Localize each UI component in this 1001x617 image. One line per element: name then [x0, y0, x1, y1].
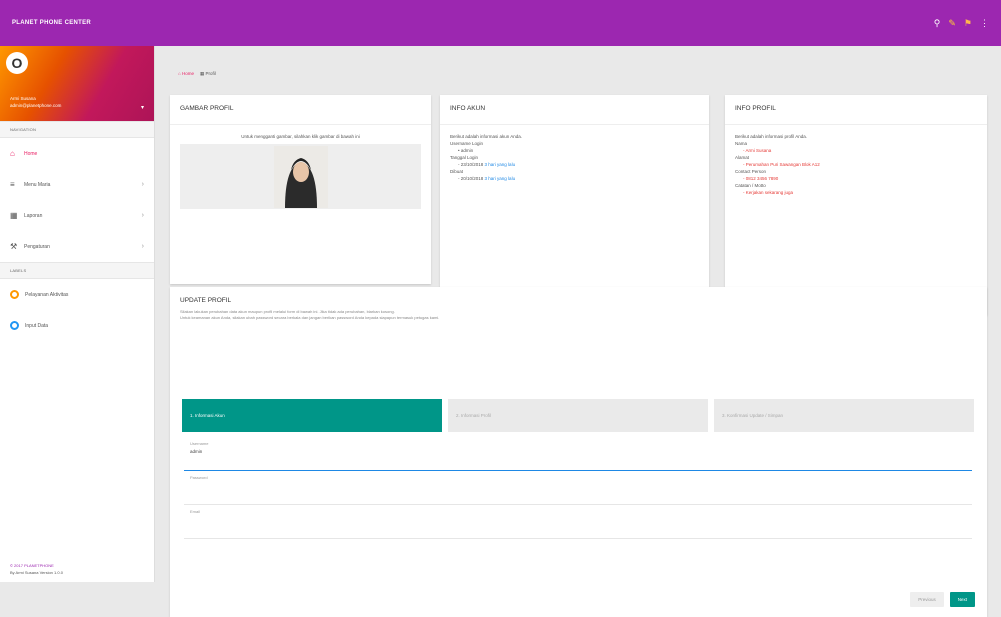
contact-label: Contact Person — [735, 169, 767, 174]
wizard-steps: 1. Informasi Akun 2. Informasi Profil 3.… — [182, 399, 974, 432]
address-value: - Perumahan Puri Sawangan Blok A12 — [743, 162, 820, 167]
breadcrumb: ⌂ Home ▦ Profil — [178, 71, 216, 77]
field-label: Password — [190, 475, 208, 480]
name-value: - Armi Susana — [743, 148, 772, 153]
app-title[interactable]: PLANET PHONE CENTER — [12, 20, 91, 26]
password-field[interactable]: Password — [184, 471, 972, 505]
user-info: O Armi Susana admin@planetphone.com ▾ — [0, 46, 154, 121]
card-title: UPDATE PROFIL — [180, 297, 232, 304]
account-intro: Berikut adalah informasi akun Anda. — [450, 134, 523, 139]
breadcrumb-home[interactable]: ⌂ Home — [178, 71, 194, 77]
version: By Armi Susana Version 1.0.0 — [10, 570, 63, 575]
copyright: © 2017 PLANETPHONE — [10, 563, 54, 568]
topbar: PLANET PHONE CENTER ⚲ ✎ ⚑ ⋮ — [0, 0, 1001, 46]
home-icon: ⌂ — [10, 149, 15, 158]
created-label: Dibuat — [450, 169, 464, 174]
previous-button[interactable]: Previous — [910, 592, 944, 607]
card-title: GAMBAR PROFIL — [170, 95, 431, 125]
more-icon[interactable]: ⋮ — [980, 18, 989, 29]
sidebar-label-activity[interactable]: Pelayanan Aktivitas — [0, 279, 154, 310]
wizard-buttons: Previous Next — [910, 592, 975, 607]
sidebar-item-label: Pengaturan — [24, 243, 50, 250]
pen-icon[interactable]: ✎ — [948, 18, 956, 29]
user-name: Armi Susana — [10, 96, 36, 101]
last-login-label: Tanggal Login — [450, 155, 479, 160]
chevron-down-icon[interactable]: ▾ — [141, 104, 144, 111]
created-value: - 20/10/2018 3 hari yang lalu — [458, 176, 516, 181]
photo-area[interactable] — [180, 144, 421, 209]
name-label: Nama — [735, 141, 748, 146]
card-account-info: INFO AKUN Berikut adalah informasi akun … — [440, 95, 709, 293]
status-label: Catatan / Motto — [735, 183, 766, 188]
picture-instruction: Untuk mengganti gambar, silahkan klik ga… — [241, 134, 360, 139]
topbar-icons: ⚲ ✎ ⚑ ⋮ — [934, 18, 989, 29]
username-value: • admin — [458, 148, 474, 153]
person-photo-icon — [284, 157, 317, 208]
card-title: INFO AKUN — [440, 95, 709, 125]
sidebar-item-label: Input Data — [25, 322, 49, 329]
next-button[interactable]: Next — [949, 592, 975, 607]
field-label: Email — [190, 509, 201, 514]
chevron-right-icon: › — [141, 212, 144, 219]
last-login-value: - 23/10/2018 3 hari yang lalu — [458, 162, 516, 167]
sidebar-item-label: Menu Maria — [24, 181, 51, 188]
sidebar-item-menu[interactable]: ≡ Menu Maria › — [0, 169, 154, 200]
card-update-profile: UPDATE PROFIL Silakan lakukan perubahan … — [170, 287, 987, 617]
avatar[interactable]: O — [6, 52, 28, 74]
card-profile-info: INFO PROFIL Berikut adalah informasi pro… — [725, 95, 987, 315]
sidebar: O Armi Susana admin@planetphone.com ▾ NA… — [0, 46, 155, 582]
sidebar-item-label: Laporan — [24, 212, 43, 219]
sidebar-item-report[interactable]: ▦ Laporan › — [0, 200, 154, 231]
field-label: Username — [190, 441, 209, 446]
breadcrumb-current: ▦ Profil — [199, 71, 216, 76]
card-profile-picture: GAMBAR PROFIL Untuk mengganti gambar, si… — [170, 95, 431, 284]
nav-header: NAVIGATION — [0, 121, 154, 138]
sidebar-item-label: Pelayanan Aktivitas — [25, 291, 69, 298]
profile-intro: Berikut adalah informasi profil Anda. — [735, 134, 808, 139]
main-content: ⌂ Home ▦ Profil GAMBAR PROFIL Untuk meng… — [155, 46, 1001, 617]
email-field[interactable]: Email — [184, 505, 972, 539]
step-confirm[interactable]: 3. Konfirmasi Update / Simpan — [714, 399, 974, 432]
report-icon: ▦ — [10, 211, 18, 220]
search-icon[interactable]: ⚲ — [934, 18, 941, 29]
profile-photo[interactable] — [273, 145, 328, 208]
address-label: Alamat — [735, 155, 750, 160]
legal: © 2017 PLANETPHONE By Armi Susana Versio… — [10, 562, 63, 576]
sidebar-item-settings[interactable]: ⚒ Pengaturan › — [0, 231, 154, 262]
wrench-icon: ⚒ — [10, 242, 18, 251]
username-label: Username Login — [450, 141, 484, 146]
user-email: admin@planetphone.com — [10, 103, 62, 108]
step-profile[interactable]: 2. Informasi Profil — [448, 399, 708, 432]
chevron-right-icon: › — [141, 243, 144, 250]
username-field[interactable]: Username admin — [184, 437, 972, 471]
status-value: - Kerjakan sekarang juga — [743, 190, 794, 195]
update-desc-2: Untuk keamanan akun Anda, silakan ubah p… — [180, 315, 440, 320]
contact-value: - 0812 3456 7890 — [743, 176, 779, 181]
sidebar-label-input[interactable]: Input Data — [0, 310, 154, 341]
bell-icon[interactable]: ⚑ — [964, 18, 972, 29]
circle-icon — [10, 321, 19, 330]
labels-header: LABELS — [0, 262, 154, 279]
sidebar-item-home[interactable]: ⌂ Home — [0, 138, 154, 169]
chevron-right-icon: › — [141, 181, 144, 188]
account-form: Username admin Password Email — [184, 437, 972, 539]
field-value[interactable]: admin — [190, 449, 966, 454]
card-title: INFO PROFIL — [725, 95, 987, 125]
menu-icon: ≡ — [10, 180, 15, 189]
circle-icon — [10, 290, 19, 299]
sidebar-item-label: Home — [24, 150, 38, 157]
step-account[interactable]: 1. Informasi Akun — [182, 399, 442, 432]
